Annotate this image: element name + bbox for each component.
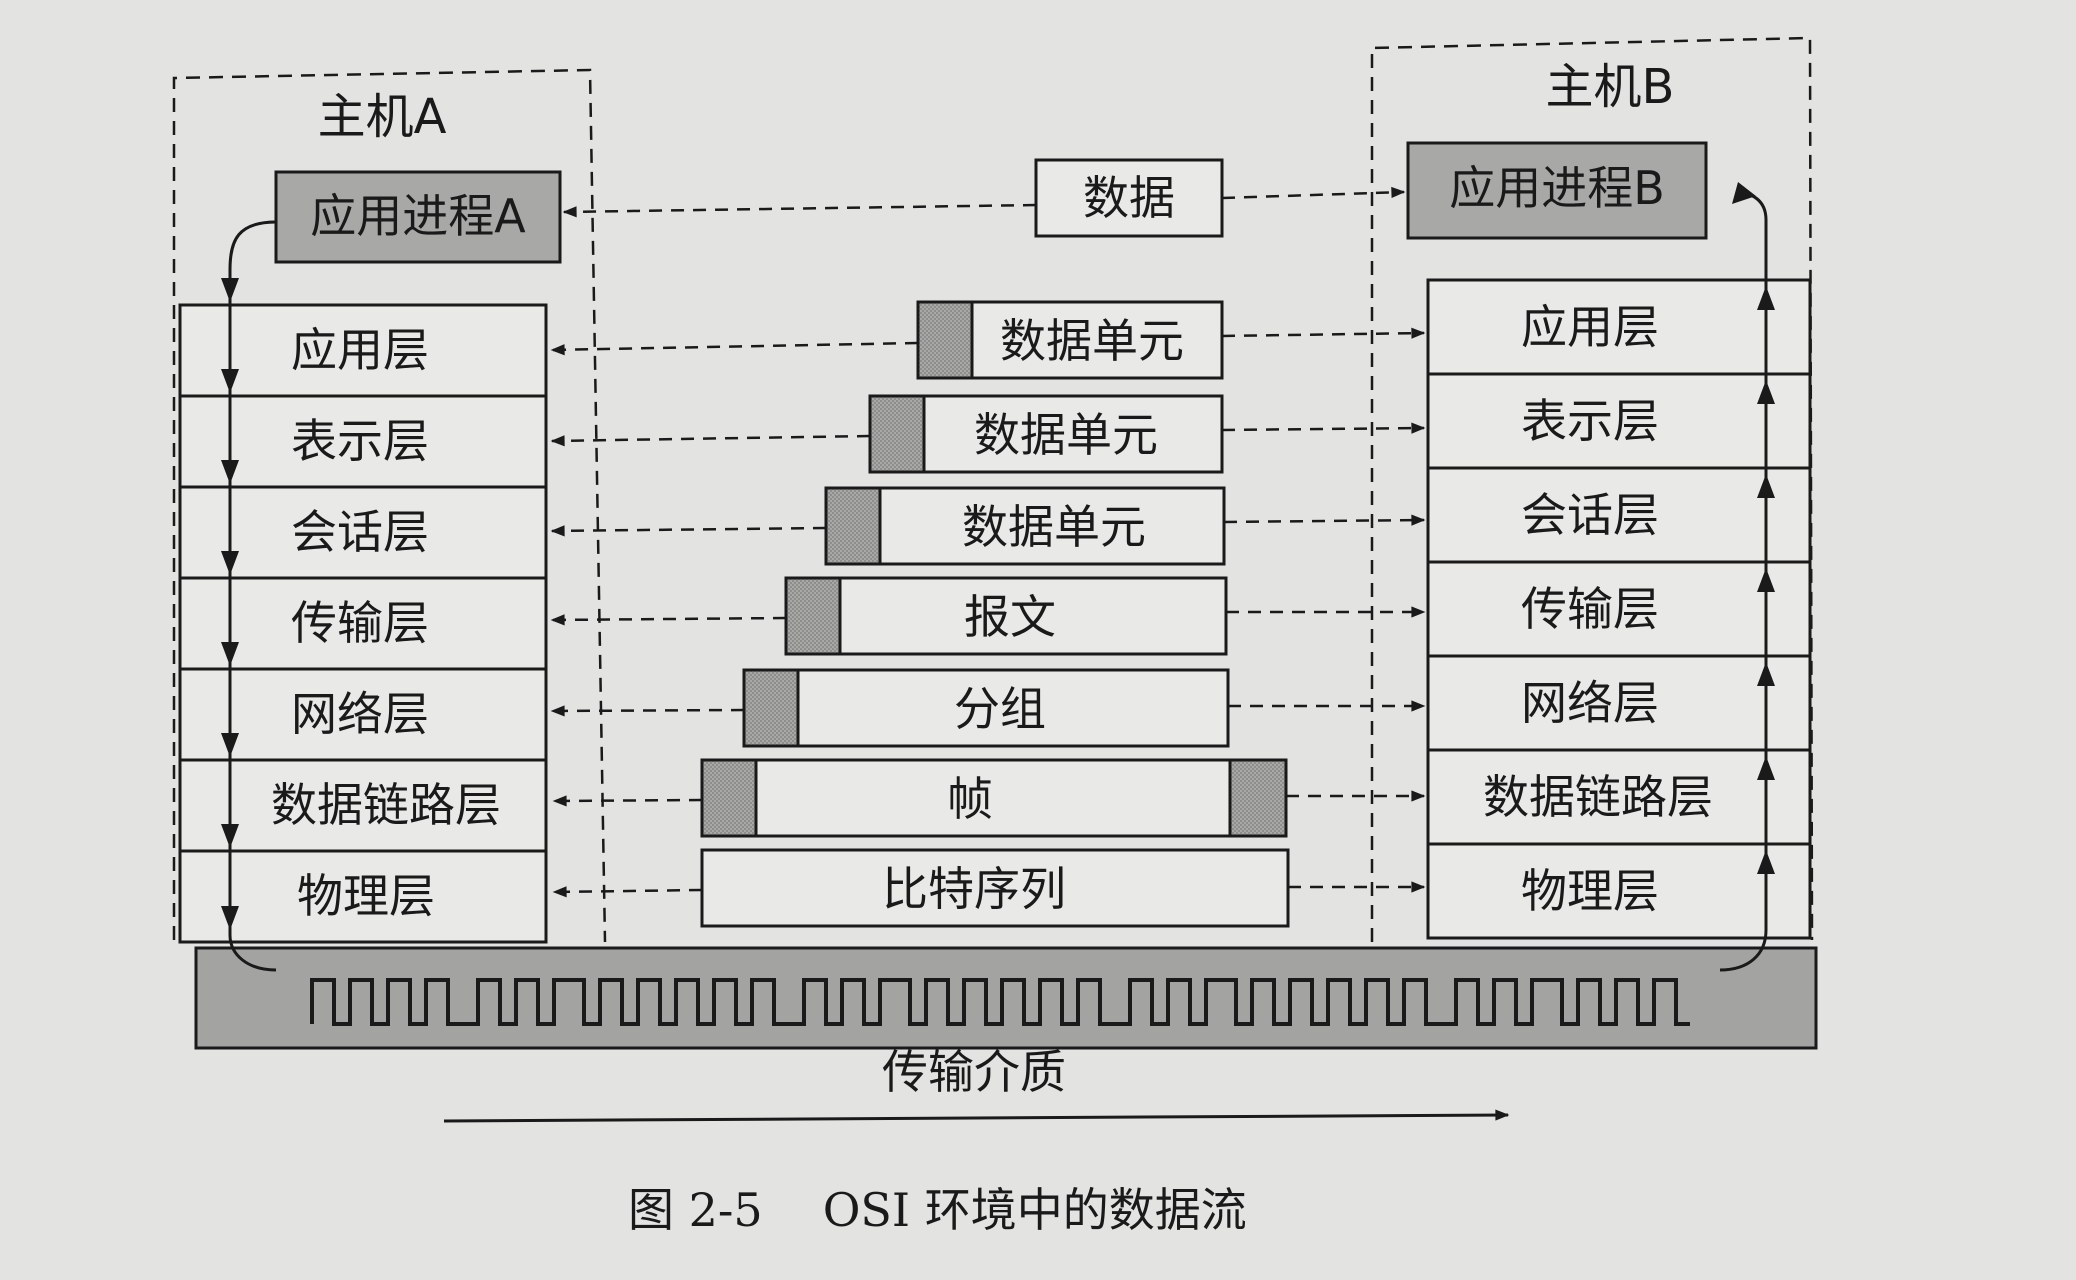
pdu-header-transport xyxy=(784,576,842,656)
pdu-header-session xyxy=(824,486,882,566)
process-a-label: 应用进程A xyxy=(310,189,526,243)
pdu-header-network xyxy=(742,668,800,748)
peer-arrow-session-right xyxy=(1223,514,1426,526)
host-b-layer-label: 数据链路层 xyxy=(1483,770,1713,824)
pdu-label: 分组 xyxy=(954,682,1046,736)
peer-arrow-data-left xyxy=(562,203,1037,218)
host-b-layer-label: 传输层 xyxy=(1521,582,1659,636)
process-b-label: 应用进程B xyxy=(1449,161,1665,215)
figure-caption: 图 2-5 OSI 环境中的数据流 xyxy=(628,1183,1247,1237)
figure-title: OSI 环境中的数据流 xyxy=(823,1183,1247,1237)
peer-arrow-transport-left xyxy=(550,614,787,626)
peer-arrow-data-right xyxy=(1221,186,1406,200)
peer-arrow-session-left xyxy=(550,525,827,537)
pdu-trailer-datalink xyxy=(1228,758,1288,838)
transmission-direction-arrow xyxy=(443,1109,1510,1123)
peer-arrow-network-left xyxy=(550,705,745,717)
host-a-layer-label: 会话层 xyxy=(291,505,429,559)
host-a-layer-label: 物理层 xyxy=(297,869,435,923)
peer-arrow-datalink-left xyxy=(552,795,703,807)
pdu-label: 数据单元 xyxy=(974,408,1158,462)
host-b-layer-label: 应用层 xyxy=(1521,300,1659,354)
peer-arrow-application-right xyxy=(1221,327,1426,339)
transmission-medium-label: 传输介质 xyxy=(882,1045,1066,1099)
figure-number: 图 2-5 xyxy=(628,1183,763,1237)
pdu-header-datalink xyxy=(700,758,758,838)
pdu-box-datalink xyxy=(700,758,1288,838)
pdu-label: 数据单元 xyxy=(1000,314,1184,368)
host-a-label: 主机A xyxy=(318,89,447,145)
peer-arrow-application-left xyxy=(550,341,919,356)
pdu-label: 比特序列 xyxy=(882,862,1066,916)
pdu-label: 帧 xyxy=(947,772,993,826)
peer-arrow-physical-left xyxy=(552,886,703,898)
pdu-header-presentation xyxy=(868,394,926,474)
pdu-label: 数据 xyxy=(1083,171,1175,225)
osi-dataflow-diagram: 主机A 主机B 应用进程A 应用进程B 应用层 表示层 会话层 传输层 网络层 … xyxy=(172,36,1818,1237)
pdu-label: 报文 xyxy=(964,590,1056,644)
peer-arrow-presentation-left xyxy=(550,434,871,447)
peer-arrow-presentation-right xyxy=(1221,422,1426,434)
host-b-layer-label: 网络层 xyxy=(1521,676,1659,730)
host-a-layer-label: 应用层 xyxy=(291,323,429,377)
host-b-layer-label: 表示层 xyxy=(1521,394,1659,448)
host-b-layer-label: 会话层 xyxy=(1521,488,1659,542)
host-b-label: 主机B xyxy=(1546,59,1675,115)
host-b-top-arrow xyxy=(1732,182,1756,204)
host-a-layer-label: 表示层 xyxy=(291,414,429,468)
pdu-label: 数据单元 xyxy=(962,500,1146,554)
host-a-layer-label: 网络层 xyxy=(291,687,429,741)
host-b-layer-label: 物理层 xyxy=(1521,864,1659,918)
pdu-header-application xyxy=(916,300,974,380)
host-a-layer-label: 传输层 xyxy=(291,596,429,650)
transmission-medium-bar xyxy=(194,946,1818,1050)
host-a-layer-label: 数据链路层 xyxy=(271,778,501,832)
